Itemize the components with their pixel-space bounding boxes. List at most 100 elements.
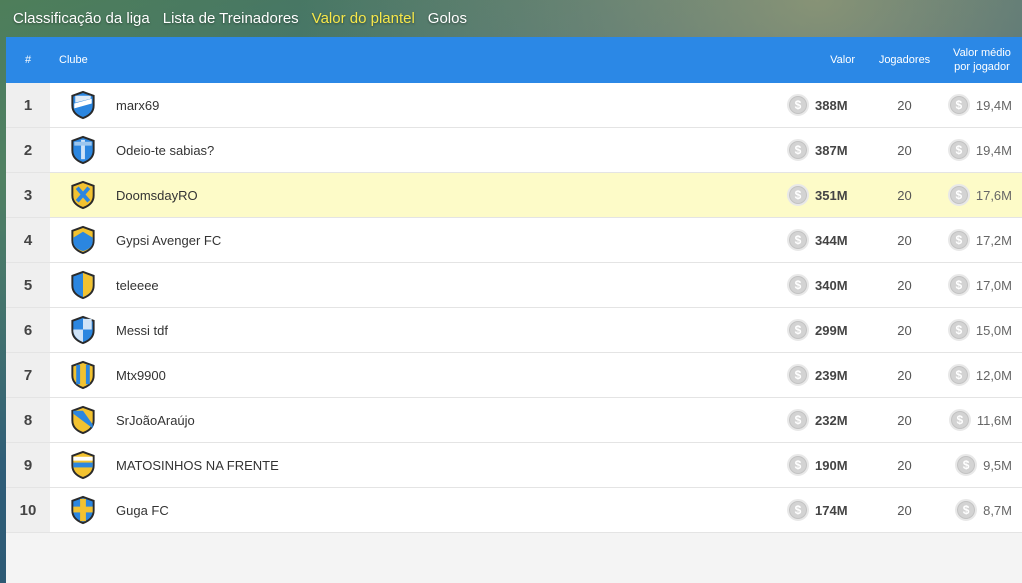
- club-badge: [50, 315, 116, 345]
- average-value-amount: 15,0M: [975, 322, 1012, 338]
- player-count: 20: [897, 367, 912, 383]
- table-body: 1 marx69 $ 388M 20 $ 19,4M 2 Odeio-te sa…: [6, 83, 1022, 533]
- average-value-amount: 19,4M: [975, 142, 1012, 158]
- table-header: # Clube Valor Jogadores Valor médio por …: [6, 37, 1022, 83]
- club-name[interactable]: Messi tdf: [116, 323, 777, 338]
- coin-icon: $: [787, 274, 809, 296]
- table-row[interactable]: 5 teleeee $ 340M 20 $ 17,0M: [6, 263, 1022, 308]
- coin-icon: $: [947, 184, 970, 206]
- row-rank: 2: [6, 128, 50, 172]
- player-count: 20: [897, 412, 912, 428]
- squad-value: $ 387M: [777, 139, 867, 161]
- average-value-amount: 17,0M: [975, 277, 1012, 293]
- squad-value-amount: 299M: [815, 322, 848, 338]
- coin-icon: $: [787, 319, 809, 341]
- average-value-amount: 12,0M: [975, 367, 1012, 383]
- squad-value: $ 344M: [777, 229, 867, 251]
- tab-goals[interactable]: Golos: [428, 10, 467, 27]
- row-rank: 1: [6, 83, 50, 127]
- header-club[interactable]: Clube: [50, 54, 777, 66]
- squad-value-amount: 351M: [815, 187, 848, 203]
- player-count: 20: [897, 187, 912, 203]
- average-value: $ 12,0M: [942, 364, 1022, 386]
- row-rank: 4: [6, 218, 50, 262]
- diagonal-yellow-shield-icon: [71, 405, 95, 435]
- white-stripe-shield-icon: [71, 90, 95, 120]
- average-value-amount: 8,7M: [983, 502, 1012, 518]
- player-count: 20: [897, 457, 912, 473]
- player-count: 20: [897, 322, 912, 338]
- tab-managers-list[interactable]: Lista de Treinadores: [163, 10, 299, 27]
- club-badge: [50, 135, 116, 165]
- header-value[interactable]: Valor: [777, 54, 867, 66]
- club-badge: [50, 225, 116, 255]
- club-name[interactable]: Guga FC: [116, 503, 777, 518]
- table-row[interactable]: 8 SrJoãoAraújo $ 232M 20 $ 11,6M: [6, 398, 1022, 443]
- club-name[interactable]: Gypsi Avenger FC: [116, 233, 777, 248]
- average-value-amount: 11,6M: [976, 412, 1012, 428]
- header-rank[interactable]: #: [6, 54, 50, 66]
- header-average-value[interactable]: Valor médio por jogador: [942, 46, 1022, 74]
- average-value: $ 15,0M: [942, 319, 1022, 341]
- table-row[interactable]: 4 Gypsi Avenger FC $ 344M 20 $ 17,2M: [6, 218, 1022, 263]
- average-value: $ 17,0M: [942, 274, 1022, 296]
- club-name[interactable]: DoomsdayRO: [116, 188, 777, 203]
- average-value-amount: 17,2M: [975, 232, 1012, 248]
- squad-value: $ 351M: [777, 184, 867, 206]
- squad-value: $ 388M: [777, 94, 867, 116]
- club-name[interactable]: Mtx9900: [116, 368, 777, 383]
- coin-icon: $: [947, 319, 970, 341]
- coin-icon: $: [947, 94, 970, 116]
- table-row[interactable]: 7 Mtx9900 $ 239M 20 $ 12,0M: [6, 353, 1022, 398]
- coin-icon: $: [947, 274, 970, 296]
- club-badge: [50, 180, 116, 210]
- squad-value-amount: 387M: [815, 142, 848, 158]
- row-rank: 3: [6, 173, 50, 217]
- coin-icon: $: [787, 139, 809, 161]
- coin-icon: $: [947, 364, 970, 386]
- row-rank: 9: [6, 443, 50, 487]
- table-row[interactable]: 2 Odeio-te sabias? $ 387M 20 $ 19,4M: [6, 128, 1022, 173]
- club-badge: [50, 450, 116, 480]
- header-players[interactable]: Jogadores: [867, 54, 942, 66]
- coin-icon: $: [947, 229, 970, 251]
- yellow-chevron-shield-icon: [71, 225, 95, 255]
- row-rank: 7: [6, 353, 50, 397]
- header-average-line1: Valor médio: [953, 47, 1011, 59]
- half-blue-yellow-shield-icon: [71, 270, 95, 300]
- tab-squad-value[interactable]: Valor do plantel: [312, 10, 415, 27]
- average-value: $ 8,7M: [942, 499, 1022, 521]
- club-name[interactable]: marx69: [116, 98, 777, 113]
- coin-icon: $: [955, 454, 978, 476]
- average-value-amount: 9,5M: [983, 457, 1012, 473]
- club-name[interactable]: SrJoãoAraújo: [116, 413, 777, 428]
- average-value: $ 19,4M: [942, 94, 1022, 116]
- coin-icon: $: [947, 139, 970, 161]
- striped-yellow-shield-icon: [71, 360, 95, 390]
- club-name[interactable]: teleeee: [116, 278, 777, 293]
- coin-icon: $: [787, 454, 809, 476]
- tab-bar: Classificação da liga Lista de Treinador…: [0, 0, 1022, 36]
- club-badge: [50, 360, 116, 390]
- squad-value-amount: 190M: [815, 457, 848, 473]
- average-value: $ 11,6M: [942, 409, 1022, 431]
- club-name[interactable]: Odeio-te sabias?: [116, 143, 777, 158]
- squad-value-amount: 239M: [815, 367, 848, 383]
- squad-value-panel: # Clube Valor Jogadores Valor médio por …: [6, 37, 1022, 583]
- coin-icon: $: [787, 409, 809, 431]
- club-name[interactable]: MATOSINHOS NA FRENTE: [116, 458, 777, 473]
- player-count: 20: [897, 502, 912, 518]
- squad-value: $ 239M: [777, 364, 867, 386]
- club-badge: [50, 495, 116, 525]
- table-row[interactable]: 3 DoomsdayRO $ 351M 20 $ 17,6M: [6, 173, 1022, 218]
- blue-shield-icon: [71, 135, 95, 165]
- table-row[interactable]: 9 MATOSINHOS NA FRENTE $ 190M 20 $ 9,5M: [6, 443, 1022, 488]
- table-row[interactable]: 6 Messi tdf $ 299M 20 $ 15,0M: [6, 308, 1022, 353]
- coin-icon: $: [787, 229, 809, 251]
- average-value: $ 9,5M: [942, 454, 1022, 476]
- table-row[interactable]: 10 Guga FC $ 174M 20 $ 8,7M: [6, 488, 1022, 533]
- tab-league-standings[interactable]: Classificação da liga: [13, 10, 150, 27]
- table-row[interactable]: 1 marx69 $ 388M 20 $ 19,4M: [6, 83, 1022, 128]
- squad-value: $ 190M: [777, 454, 867, 476]
- coin-icon: $: [787, 499, 809, 521]
